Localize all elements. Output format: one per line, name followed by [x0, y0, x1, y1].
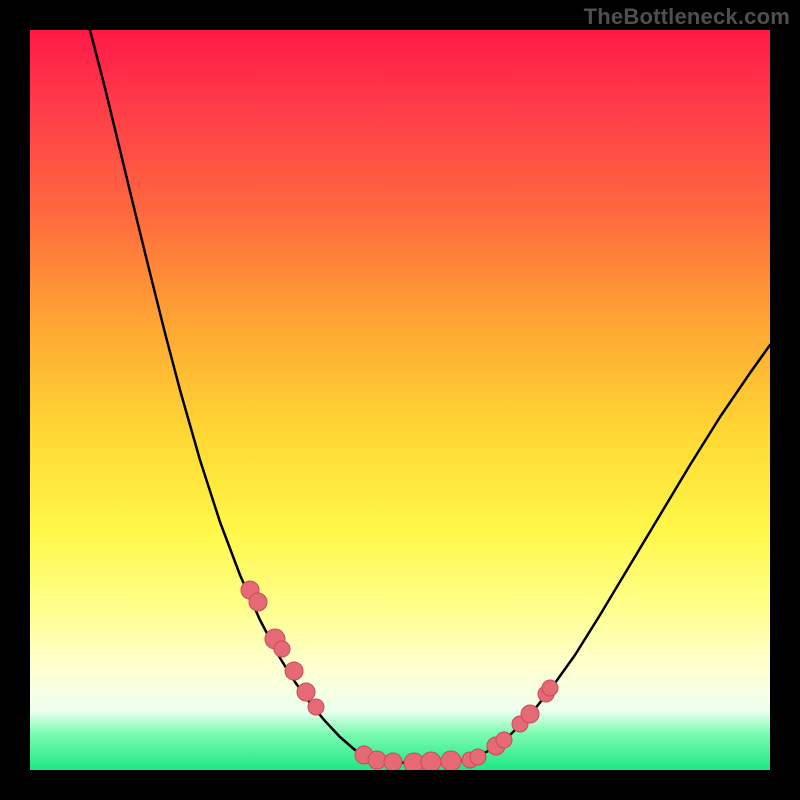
- chart-svg: [30, 30, 770, 770]
- data-point: [542, 680, 558, 696]
- data-points: [241, 581, 558, 770]
- data-point: [441, 751, 461, 770]
- data-point: [285, 662, 303, 680]
- data-point: [308, 699, 324, 715]
- bottleneck-curve: [90, 30, 770, 763]
- data-point: [421, 752, 441, 770]
- data-point: [297, 683, 315, 701]
- data-point: [249, 593, 267, 611]
- plot-area: [30, 30, 770, 770]
- watermark-text: TheBottleneck.com: [584, 4, 790, 30]
- data-point: [368, 751, 386, 769]
- data-point: [384, 753, 402, 770]
- data-point: [496, 732, 512, 748]
- data-point: [274, 641, 290, 657]
- data-point: [470, 749, 486, 765]
- chart-stage: TheBottleneck.com: [0, 0, 800, 800]
- data-point: [521, 705, 539, 723]
